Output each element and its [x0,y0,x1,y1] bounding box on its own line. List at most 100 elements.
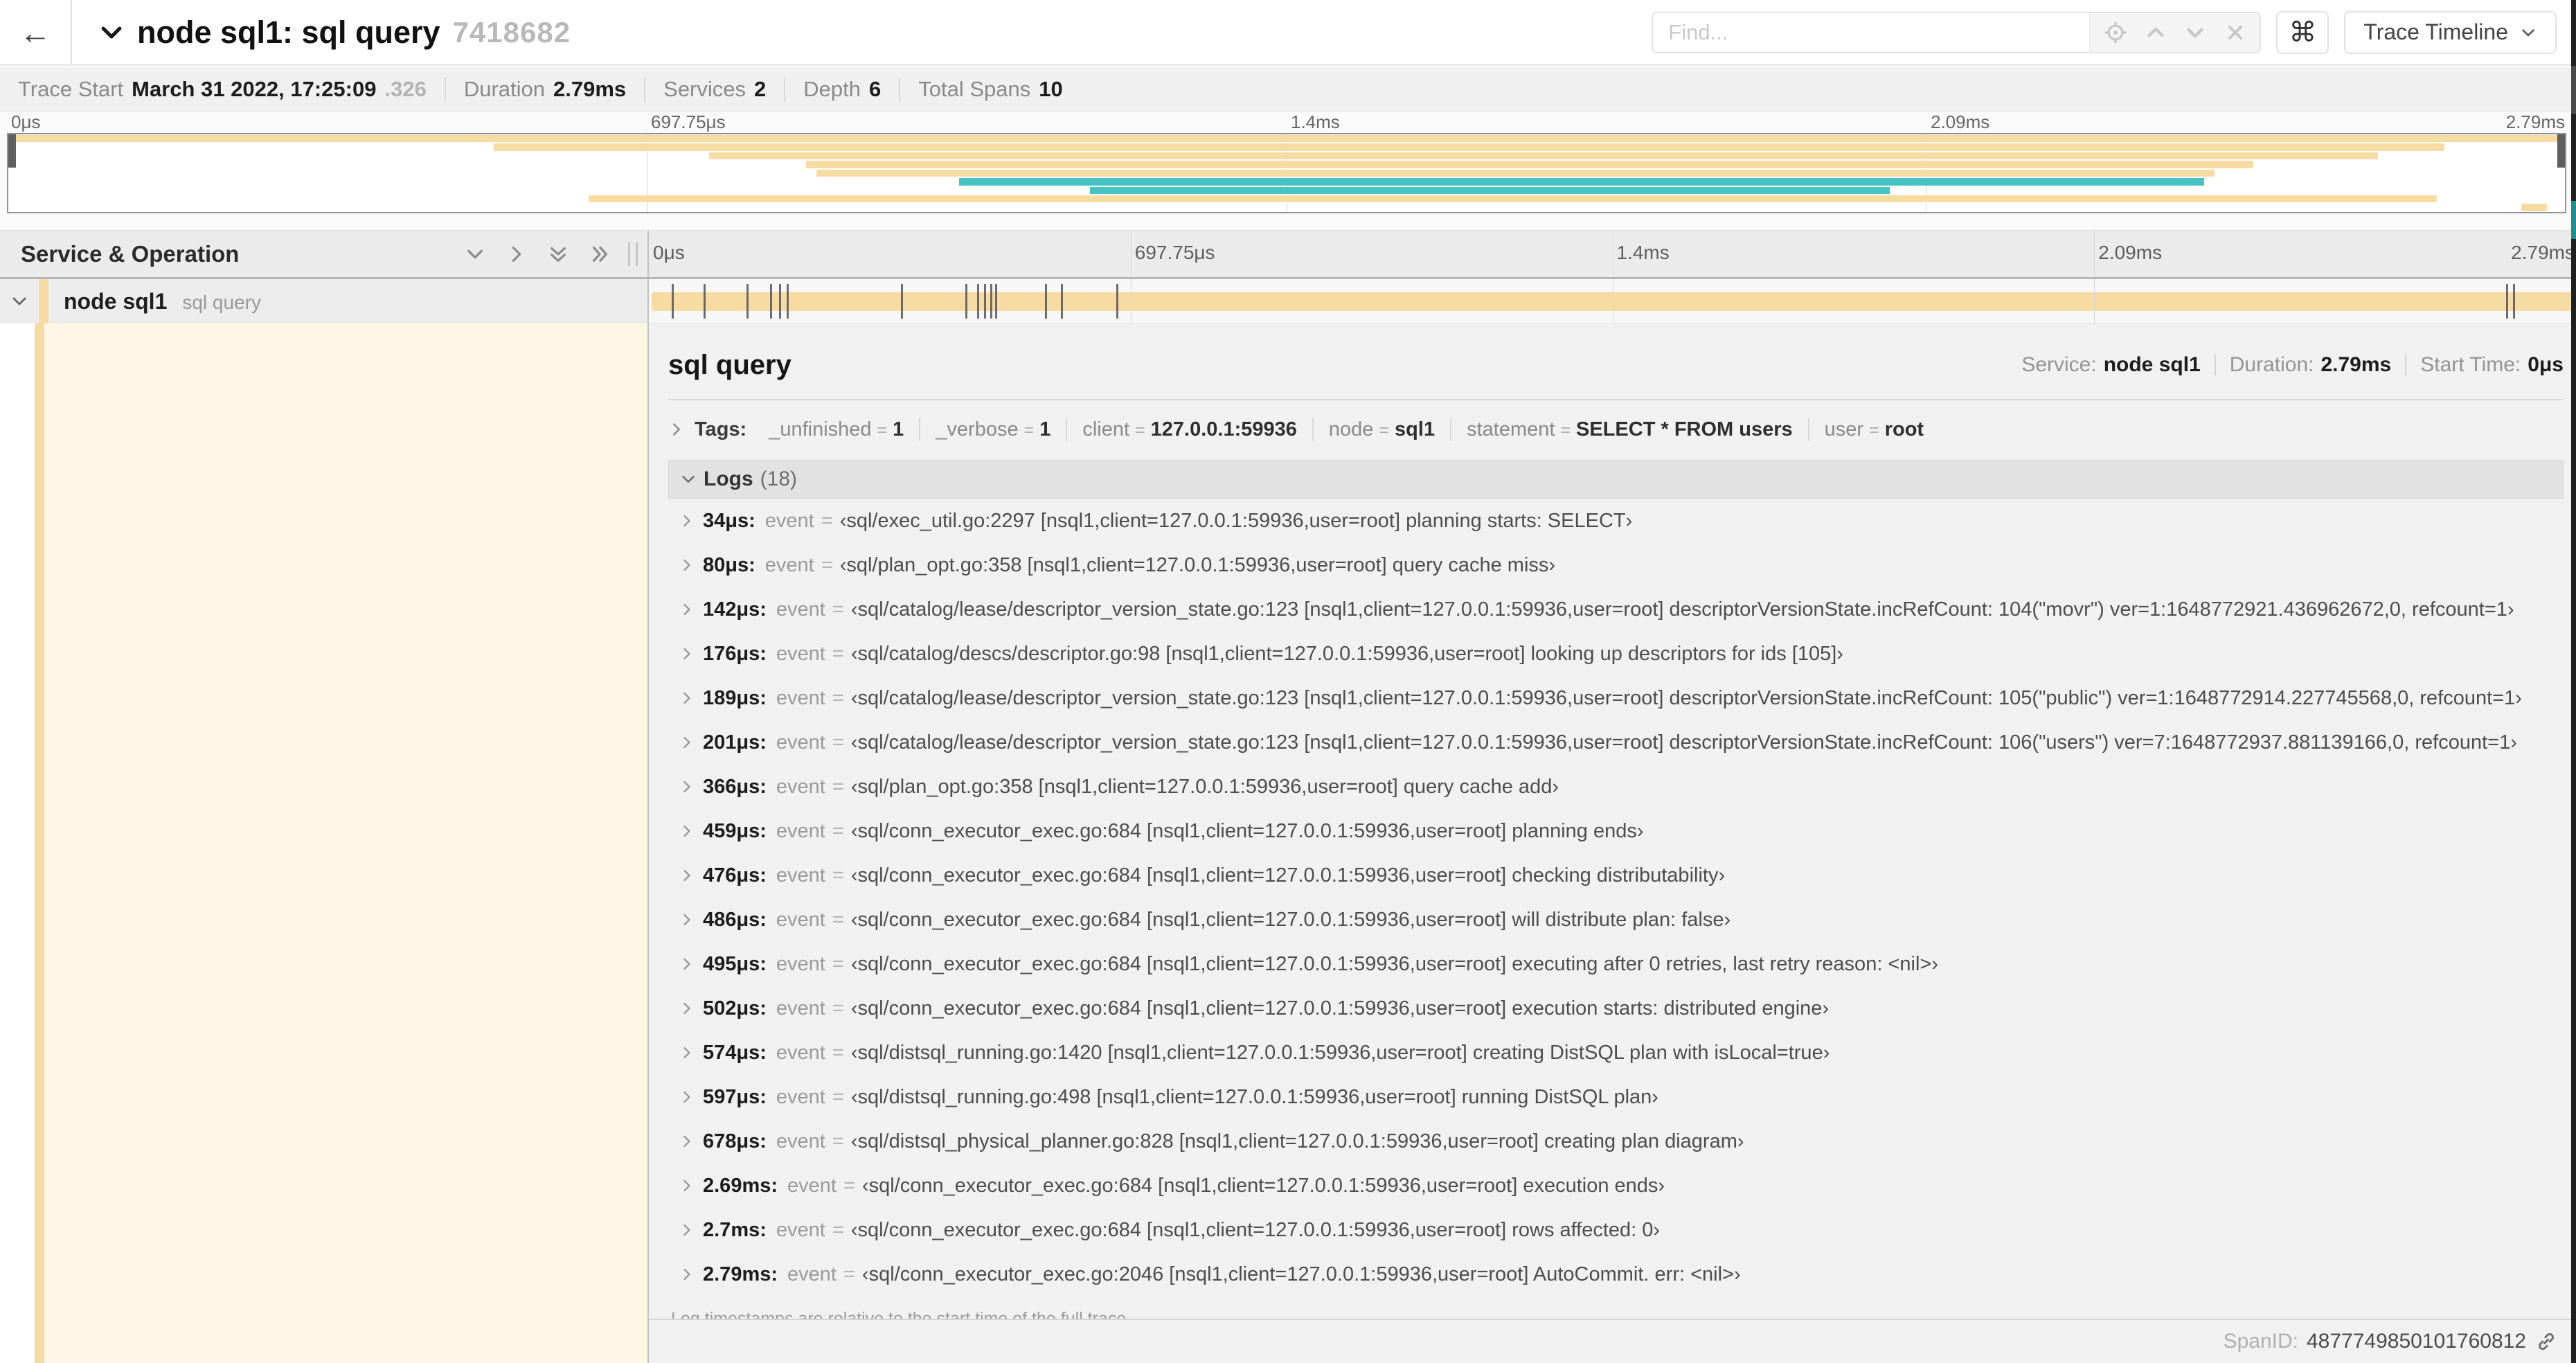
log-marker-tick[interactable] [671,284,674,319]
log-timestamp: 2.79ms: [703,1263,778,1285]
trace-id: 7418682 [452,15,571,48]
log-marker-tick[interactable] [2506,284,2509,319]
log-marker-tick[interactable] [769,284,772,319]
span-detail-header[interactable]: sql query Service: node sql1 Duration: 2… [668,338,2564,392]
log-rows: 34μs: event = ‹sql/exec_util.go:2297 [nsql1… [668,499,2564,1297]
scroll-to-match-icon[interactable] [2100,17,2131,48]
summary-item-label: Duration [463,76,545,101]
next-match-icon[interactable] [2180,17,2210,48]
log-marker-tick[interactable] [746,284,749,319]
span-row-name-cell[interactable]: node sql1 sql query [0,279,647,323]
start-time-value: 0μs [2528,353,2564,376]
span-collapse-icon[interactable] [0,292,39,310]
log-event-value: ‹sql/catalog/lease/descriptor_version_st… [850,686,2522,709]
minimap-span-bar [1089,186,1890,195]
span-indent-guide [35,323,44,1363]
log-row[interactable]: 201μs: event = ‹sql/catalog/lease/descripto… [668,720,2564,765]
minimap-span-row [8,195,2565,203]
log-row[interactable]: 176μs: event = ‹sql/catalog/descs/descripto… [668,632,2564,676]
expand-one-icon[interactable] [506,244,527,265]
minimap-tick-label: 1.4ms [1291,112,1340,132]
column-resize-handle[interactable] [628,242,638,266]
summary-item: Duration 2.79ms [444,76,644,102]
log-row[interactable]: 2.79ms: event = ‹sql/conn_executor_exec.go:… [668,1252,2564,1297]
log-equals: = [843,1174,855,1197]
span-detail-panel: sql query Service: node sql1 Duration: 2… [647,323,2576,1363]
log-marker-tick[interactable] [901,284,904,319]
minimap-span-bar [2521,204,2548,211]
log-row[interactable]: 597μs: event = ‹sql/distsql_running.go:498 … [668,1075,2564,1119]
log-marker-tick[interactable] [983,284,986,319]
log-marker-tick[interactable] [778,284,781,319]
log-row[interactable]: 459μs: event = ‹sql/conn_executor_exec.go:6… [668,809,2564,853]
find-input[interactable] [1653,12,2090,52]
log-equals: = [832,819,844,842]
log-event-key: event [776,1085,825,1108]
expand-all-icon[interactable] [589,244,610,265]
collapse-all-icon[interactable] [548,244,569,265]
log-row[interactable]: 2.69ms: event = ‹sql/conn_executor_exec.go:… [668,1164,2564,1208]
log-row[interactable]: 2.7ms: event = ‹sql/conn_executor_exec.go:6… [668,1208,2564,1252]
chevron-right-icon [683,515,690,527]
log-event-value: ‹sql/conn_executor_exec.go:684 [nsql1,cl… [850,864,1726,887]
tags-row[interactable]: Tags: _unfinished = 1 _verbose = 1 client = 127.… [668,411,2564,447]
log-row[interactable]: 476μs: event = ‹sql/conn_executor_exec.go:6… [668,853,2564,898]
minimap-canvas[interactable] [7,133,2566,213]
span-row[interactable]: node sql1 sql query [0,279,2576,323]
log-row[interactable]: 678μs: event = ‹sql/distsql_physical_planne… [668,1119,2564,1164]
collapse-one-icon[interactable] [465,244,485,265]
log-timestamp: 80μs: [703,553,755,576]
prev-match-icon[interactable] [2140,17,2171,48]
log-equals: = [832,1085,844,1108]
tag-equals: = [1379,420,1390,440]
timeline-tick-label: 0μs [653,242,685,263]
log-marker-tick[interactable] [1116,284,1119,319]
log-marker-tick[interactable] [2513,284,2516,319]
back-button[interactable]: ← [0,0,72,64]
log-marker-tick[interactable] [703,284,706,319]
log-row[interactable]: 189μs: event = ‹sql/catalog/lease/descripto… [668,676,2564,720]
span-row-timeline-cell[interactable] [647,279,2576,323]
expand-collapse-controls [465,244,610,265]
minimap-span-bar [805,161,2253,168]
service-label: Service: [2021,353,2097,376]
log-event-key: event [776,775,825,798]
log-marker-tick[interactable] [1060,284,1063,319]
back-arrow-icon: ← [19,14,51,51]
log-row[interactable]: 495μs: event = ‹sql/conn_executor_exec.go:6… [668,942,2564,986]
minimap-right-handle[interactable] [2557,134,2565,168]
duration-value: 2.79ms [2320,353,2392,376]
log-row[interactable]: 142μs: event = ‹sql/catalog/lease/descripto… [668,587,2564,632]
log-marker-tick[interactable] [1044,284,1047,319]
log-row[interactable]: 502μs: event = ‹sql/conn_executor_exec.go:6… [668,986,2564,1031]
log-row[interactable]: 34μs: event = ‹sql/exec_util.go:2297 [nsql1… [668,499,2564,543]
tag-value: root [1884,418,1924,440]
window-edge-scrollbar[interactable] [2571,0,2576,1363]
log-timestamp: 2.7ms: [703,1218,767,1241]
log-marker-tick[interactable] [990,284,992,319]
log-row[interactable]: 574μs: event = ‹sql/distsql_running.go:1420… [668,1031,2564,1075]
log-marker-tick[interactable] [994,284,997,319]
log-row[interactable]: 80μs: event = ‹sql/plan_opt.go:358 [nsql1,c… [668,543,2564,587]
chevron-right-icon [683,603,690,616]
log-timestamp: 574μs: [703,1041,767,1064]
tag-equals: = [1023,420,1035,440]
keyboard-shortcuts-button[interactable]: ⌘ [2276,10,2329,54]
find-controls [2089,12,2260,52]
view-type-dropdown[interactable]: Trace Timeline [2344,10,2557,54]
log-row[interactable]: 486μs: event = ‹sql/conn_executor_exec.go:6… [668,898,2564,942]
logs-header[interactable]: Logs (18) [668,460,2564,499]
log-row[interactable]: 366μs: event = ‹sql/plan_opt.go:358 [nsql1,… [668,765,2564,809]
log-marker-tick[interactable] [965,284,967,319]
log-timestamp: 189μs: [703,686,767,709]
log-marker-tick[interactable] [976,284,979,319]
tag-item: _verbose = 1 [919,418,1066,441]
deep-link-icon[interactable] [2534,1330,2558,1353]
log-event-key: event [776,598,825,621]
trace-collapse-icon[interactable] [98,19,125,46]
log-event-value: ‹sql/conn_executor_exec.go:684 [nsql1,cl… [861,1174,1665,1197]
minimap-left-handle[interactable] [8,134,16,168]
log-equals: = [832,775,844,798]
clear-find-icon[interactable] [2220,17,2251,48]
log-marker-tick[interactable] [787,284,789,319]
